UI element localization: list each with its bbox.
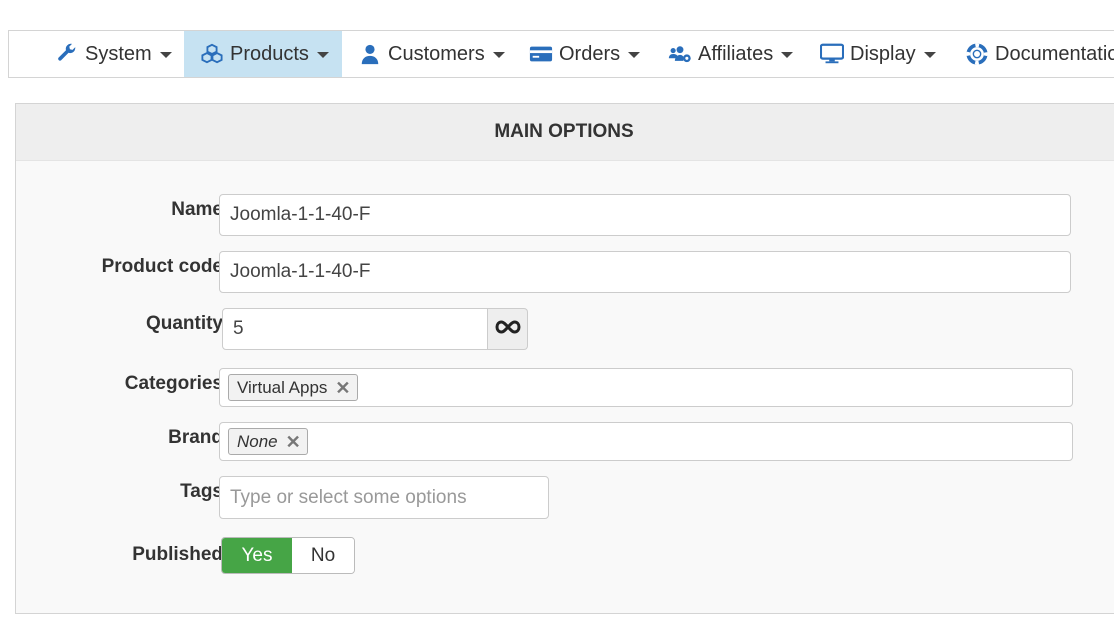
nav-display-label: Display	[850, 42, 916, 65]
unlimited-quantity-button[interactable]	[488, 308, 528, 350]
chevron-down-icon	[492, 52, 505, 58]
product-code-input[interactable]: Joomla-1-1-40-F	[219, 251, 1071, 293]
panel-header: MAIN OPTIONS	[16, 104, 1114, 161]
product-code-value: Joomla-1-1-40-F	[230, 261, 371, 282]
nav-customers-label: Customers	[388, 42, 485, 65]
tags-placeholder: Type or select some options	[230, 486, 467, 508]
user-icon	[358, 42, 382, 66]
brand-chip: None ✕	[228, 428, 308, 455]
nav-documentation[interactable]: Documentation	[965, 31, 1114, 77]
credit-card-icon	[529, 42, 553, 66]
infinity-icon	[494, 319, 521, 339]
category-chip-label: Virtual Apps	[237, 377, 328, 397]
quantity-group: 5	[222, 308, 528, 350]
top-navbar: System Products Customers Orders Affilia…	[8, 30, 1114, 78]
chevron-down-icon	[316, 52, 329, 58]
nav-products[interactable]: Products	[184, 31, 342, 77]
nav-documentation-label: Documentation	[995, 42, 1114, 65]
nav-products-label: Products	[230, 42, 309, 65]
nav-orders[interactable]: Orders	[529, 31, 641, 77]
categories-label: Categories	[124, 373, 223, 394]
desktop-icon	[820, 42, 844, 66]
chevron-down-icon	[628, 52, 641, 58]
tags-input[interactable]: Type or select some options	[219, 476, 549, 519]
nav-affiliates[interactable]: Affiliates	[668, 31, 794, 77]
quantity-label: Quantity	[145, 313, 223, 334]
panel-title: MAIN OPTIONS	[494, 121, 634, 142]
quantity-value: 5	[233, 318, 244, 339]
nav-affiliates-label: Affiliates	[698, 42, 774, 65]
remove-chip-icon[interactable]: ✕	[286, 433, 301, 451]
name-input[interactable]: Joomla-1-1-40-F	[219, 194, 1071, 236]
chevron-down-icon	[781, 52, 794, 58]
main-options-panel: MAIN OPTIONS Name Joomla-1-1-40-F Produc…	[15, 103, 1114, 614]
published-no-button[interactable]: No	[292, 538, 354, 573]
nav-display[interactable]: Display	[820, 31, 936, 77]
category-chip: Virtual Apps ✕	[228, 374, 358, 401]
categories-select[interactable]: Virtual Apps ✕	[219, 368, 1073, 407]
nav-customers[interactable]: Customers	[358, 31, 505, 77]
life-ring-icon	[965, 42, 989, 66]
nav-orders-label: Orders	[559, 42, 621, 65]
brand-chip-label: None	[237, 431, 278, 451]
published-no-label: No	[310, 544, 336, 566]
remove-chip-icon[interactable]: ✕	[335, 379, 350, 397]
published-label: Published	[132, 544, 223, 565]
users-cog-icon	[668, 42, 692, 66]
wrench-icon	[55, 42, 79, 66]
published-toggle: Yes No	[221, 537, 355, 574]
published-yes-button[interactable]: Yes	[222, 538, 292, 573]
chevron-down-icon	[923, 52, 936, 58]
tags-label: Tags	[180, 481, 223, 502]
name-label: Name	[171, 199, 223, 220]
name-value: Joomla-1-1-40-F	[230, 204, 371, 225]
brand-select[interactable]: None ✕	[219, 422, 1073, 461]
nav-system-label: System	[85, 42, 152, 65]
product-code-label: Product code	[101, 256, 223, 277]
nav-system[interactable]: System	[55, 31, 172, 77]
cubes-icon	[200, 42, 224, 66]
brand-label: Brand	[168, 427, 223, 448]
published-yes-label: Yes	[241, 544, 273, 566]
quantity-input[interactable]: 5	[222, 308, 488, 350]
chevron-down-icon	[159, 52, 172, 58]
